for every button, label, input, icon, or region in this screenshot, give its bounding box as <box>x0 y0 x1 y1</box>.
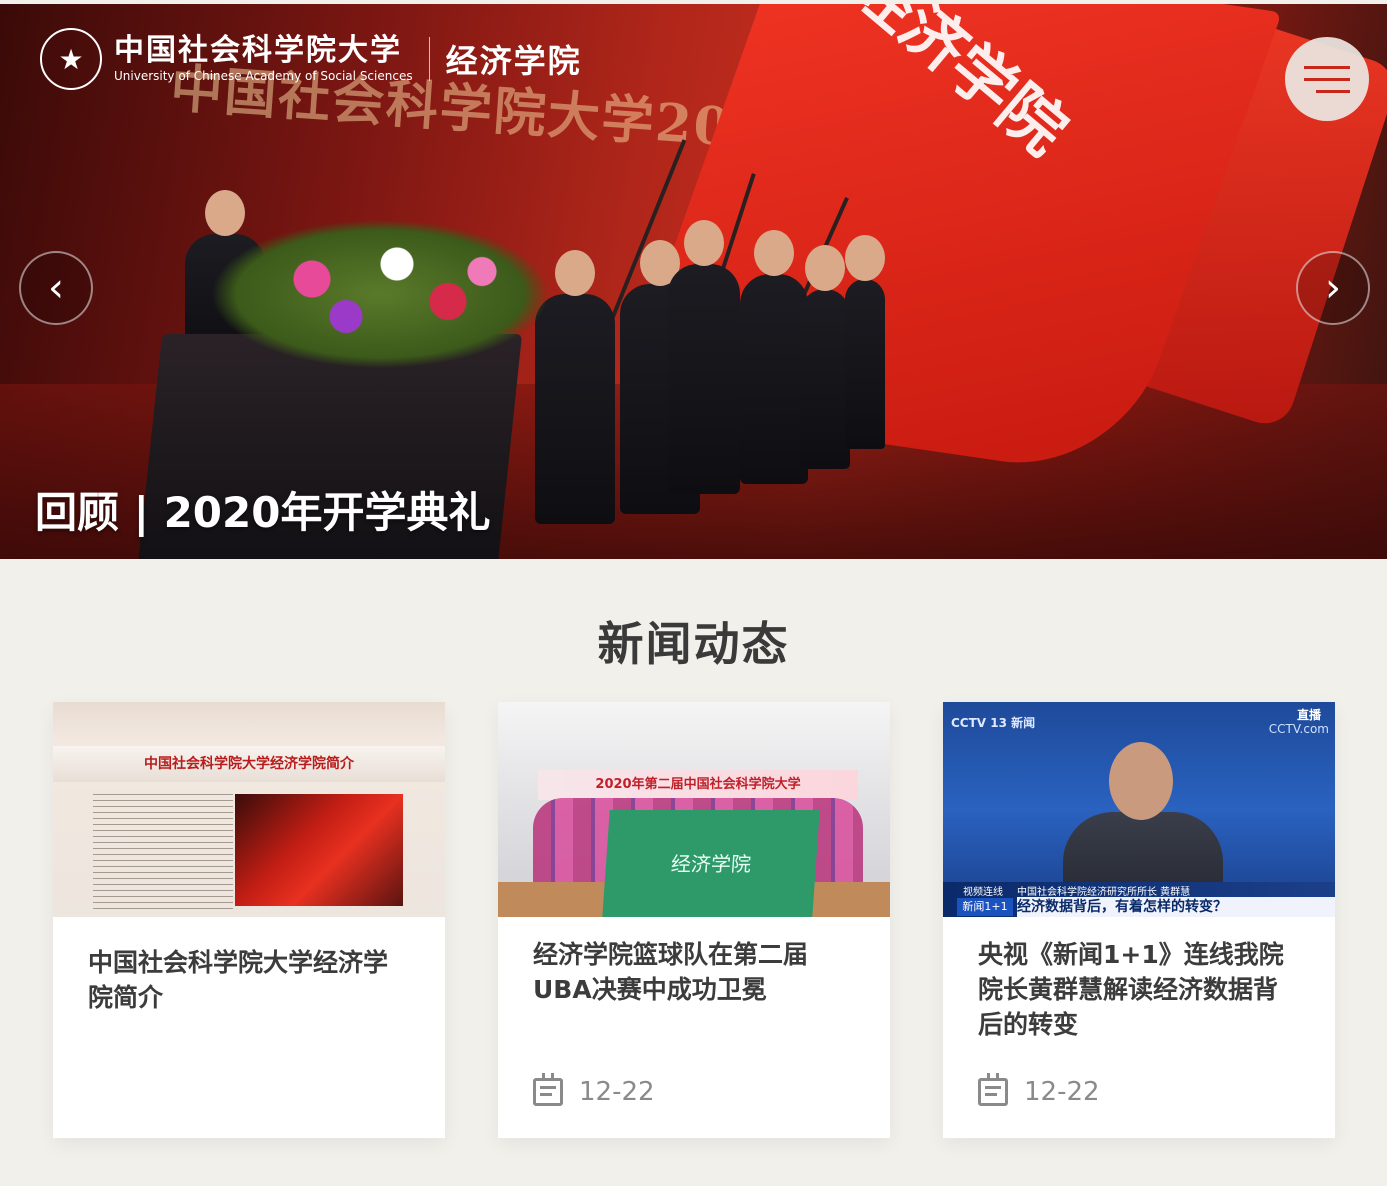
thumbnail-photo <box>235 794 403 906</box>
news-card[interactable]: CCTV 13 新闻 直播 CCTV.com 视频连线 新闻1+1 中国社会科学… <box>943 702 1335 1138</box>
chevron-left-icon: ‹ <box>48 265 64 311</box>
carousel-next-button[interactable]: › <box>1296 251 1370 325</box>
thumbnail-heading: 中国社会科学院大学经济学院简介 <box>53 746 445 782</box>
carousel-prev-button[interactable]: ‹ <box>19 251 93 325</box>
department-name: 经济学院 <box>445 42 582 80</box>
thumbnail-banner: 2020年第二届中国社会科学院大学 <box>538 770 858 800</box>
hero-flowers <box>210 219 550 369</box>
hero-person <box>740 230 808 484</box>
hero-carousel[interactable]: 中国社会科学院大学2020年开学 经济学院 ★ 中国社会科学院大学 Univer… <box>0 4 1387 559</box>
news-card[interactable]: 中国社会科学院大学经济学院简介 中国社会科学院大学经济学院简介 <box>53 702 445 1138</box>
thumbnail-tag: 视频连线 <box>963 887 1003 898</box>
chevron-right-icon: › <box>1325 265 1341 311</box>
news-title[interactable]: 中国社会科学院大学经济学院简介 <box>88 945 410 1015</box>
menu-button[interactable] <box>1285 37 1369 121</box>
news-date-text: 12-22 <box>579 1077 655 1107</box>
hero-person <box>535 250 615 524</box>
hero-person <box>800 245 850 469</box>
university-emblem-icon: ★ <box>40 28 102 90</box>
thumbnail-speaker: 中国社会科学院经济研究所所长 黄群慧 <box>1017 887 1191 898</box>
thumbnail-channel-logo: CCTV 13 新闻 <box>951 716 1036 730</box>
thumbnail-live-label: 直播 <box>1296 708 1321 722</box>
thumbnail-text-block <box>93 794 233 914</box>
thumbnail-program-tag: 新闻1+1 <box>957 898 1013 916</box>
news-thumbnail: CCTV 13 新闻 直播 CCTV.com 视频连线 新闻1+1 中国社会科学… <box>943 702 1335 917</box>
thumbnail-anchor <box>1063 742 1223 917</box>
hamburger-icon <box>1316 89 1350 93</box>
news-thumbnail: 中国社会科学院大学经济学院简介 <box>53 702 445 917</box>
calendar-icon <box>533 1073 563 1106</box>
news-date: 12-22 <box>533 1073 655 1107</box>
news-thumbnail: 2020年第二届中国社会科学院大学 经济学院 <box>498 702 890 917</box>
thumbnail-subtitle: 经济数据背后，有着怎样的转变？ <box>1017 897 1335 917</box>
news-section-title: 新闻动态 <box>597 617 790 671</box>
news-date: 12-22 <box>978 1073 1100 1107</box>
university-name-cn: 中国社会科学院大学 <box>114 33 402 68</box>
hero-person <box>845 235 885 449</box>
university-name-en: University of Chinese Academy of Social … <box>114 69 413 83</box>
hamburger-icon <box>1304 77 1350 81</box>
calendar-icon <box>978 1073 1008 1106</box>
thumbnail-lower-third: 视频连线 新闻1+1 中国社会科学院经济研究所所长 黄群慧 经济数据背后，有着怎… <box>943 882 1335 917</box>
hero-person <box>668 220 740 494</box>
news-date-text: 12-22 <box>1024 1077 1100 1107</box>
news-title[interactable]: 经济学院篮球队在第二届UBA决赛中成功卫冕 <box>533 937 855 1007</box>
hamburger-icon <box>1304 65 1350 69</box>
news-card[interactable]: 2020年第二届中国社会科学院大学 经济学院 经济学院篮球队在第二届UBA决赛中… <box>498 702 890 1138</box>
logo-divider <box>428 37 430 81</box>
thumbnail-site-logo: CCTV.com <box>1268 722 1329 736</box>
thumbnail-flag: 经济学院 <box>602 810 820 917</box>
site-logo[interactable]: ★ 中国社会科学院大学 University of Chinese Academ… <box>40 28 582 90</box>
news-title[interactable]: 央视《新闻1+1》连线我院院长黄群慧解读经济数据背后的转变 <box>978 937 1300 1042</box>
hero-caption[interactable]: 回顾 | 2020年开学典礼 <box>35 479 490 540</box>
